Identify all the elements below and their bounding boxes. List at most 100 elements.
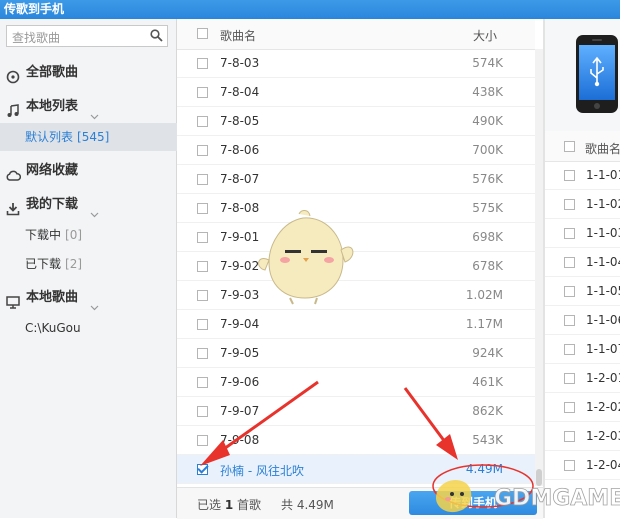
phone-list-item[interactable]: 1-2-01 [545,364,620,393]
sidebar-item-local-path[interactable]: C:\KuGou [0,314,177,342]
song-name: 7-8-03 [220,56,260,70]
table-row[interactable]: 7-9-07 862K [177,397,535,426]
phone-list-item[interactable]: 1-1-03 [545,219,620,248]
nav-cloud-favorites[interactable]: 网络收藏 [0,157,177,185]
table-row[interactable]: 7-8-03 574K [177,49,535,78]
phone-list-item[interactable]: 1-2-03 [545,422,620,451]
table-row[interactable]: 7-9-08 543K [177,426,535,455]
phone-row-checkbox[interactable] [564,228,575,239]
table-row[interactable]: 7-9-03 1.02M [177,281,535,310]
row-checkbox[interactable] [197,464,208,475]
nav-all-songs-label: 全部歌曲 [26,65,79,80]
nav-local-list-label: 本地列表 [26,99,79,114]
song-name: 7-9-05 [220,346,260,360]
table-row[interactable]: 7-9-01 698K [177,223,535,252]
phone-list-item[interactable]: 1-1-04 [545,248,620,277]
phone-song-name: 1-1-01 [586,168,620,182]
sidebar-item-downloaded[interactable]: 已下载 [2] [0,250,177,278]
sidebar-item-default-list[interactable]: 默认列表 [545] [0,123,177,151]
table-row[interactable]: 7-9-04 1.17M [177,310,535,339]
phone-list-item[interactable]: 1-1-07 [545,335,620,364]
search-input[interactable]: 查找歌曲 [6,25,168,47]
phone-column-header-name[interactable]: 歌曲名 [585,140,620,157]
column-header-size[interactable]: 大小 [473,27,497,44]
disc-icon [6,66,20,94]
sidebar-item-downloading[interactable]: 下载中 [0] [0,221,177,249]
phone-row-checkbox[interactable] [564,344,575,355]
song-size: 1.02M [465,288,503,302]
song-size: 438K [472,85,503,99]
phone-list-item[interactable]: 1-1-01 [545,161,620,190]
phone-header [545,19,620,131]
phone-row-checkbox[interactable] [564,286,575,297]
song-name: 7-8-04 [220,85,260,99]
search-icon[interactable] [150,29,163,45]
song-name: 7-9-08 [220,433,260,447]
song-name: 7-9-03 [220,288,260,302]
nav-local-list[interactable]: 本地列表 [0,93,177,121]
table-row[interactable]: 7-9-06 461K [177,368,535,397]
cloud-icon [6,164,22,192]
row-checkbox[interactable] [197,319,208,330]
song-name: 孙楠 - 风往北吹 [220,464,304,478]
table-row[interactable]: 7-8-07 576K [177,165,535,194]
window-title: 传歌到手机 [0,0,620,19]
phone-row-checkbox[interactable] [564,315,575,326]
row-checkbox[interactable] [197,261,208,272]
phone-song-name: 1-1-02 [586,197,620,211]
row-checkbox[interactable] [197,87,208,98]
row-checkbox[interactable] [197,406,208,417]
phone-list-item[interactable]: 1-1-06 [545,306,620,335]
row-checkbox[interactable] [197,377,208,388]
phone-song-name: 1-1-03 [586,226,620,240]
select-all-checkbox[interactable] [197,28,208,39]
nav-my-downloads[interactable]: 我的下载 [0,191,177,219]
row-checkbox[interactable] [197,116,208,127]
table-row[interactable]: 7-9-05 924K [177,339,535,368]
row-checkbox[interactable] [197,145,208,156]
table-row[interactable]: 7-8-06 700K [177,136,535,165]
song-size: 543K [472,433,503,447]
phone-row-checkbox[interactable] [564,257,575,268]
song-size: 698K [472,230,503,244]
nav-all-songs[interactable]: 全部歌曲 [0,59,177,87]
phone-device-icon [576,35,618,113]
song-name: 7-8-07 [220,172,260,186]
table-row[interactable]: 7-9-02 678K [177,252,535,281]
mascot-image [258,210,354,305]
row-checkbox[interactable] [197,174,208,185]
default-list-count: [545] [77,130,110,144]
downloaded-count: [2] [65,257,83,271]
row-checkbox[interactable] [197,435,208,446]
row-checkbox[interactable] [197,232,208,243]
column-header-name[interactable]: 歌曲名 [220,27,256,44]
row-checkbox[interactable] [197,203,208,214]
phone-row-checkbox[interactable] [564,199,575,210]
song-size: 1.17M [465,317,503,331]
phone-row-checkbox[interactable] [564,170,575,181]
song-name: 7-9-02 [220,259,260,273]
scrollbar[interactable] [535,49,543,486]
sidebar: 查找歌曲 全部歌曲 本地列表 默认列表 [545] 网络收藏 我的下载 下载中 … [0,19,177,518]
downloading-count: [0] [65,228,83,242]
phone-select-all-checkbox[interactable] [564,141,575,152]
table-row[interactable]: 7-8-04 438K [177,78,535,107]
table-row[interactable]: 7-8-08 575K [177,194,535,223]
phone-song-name: 1-2-03 [586,429,620,443]
phone-list-item[interactable]: 1-1-05 [545,277,620,306]
phone-list-item[interactable]: 1-1-02 [545,190,620,219]
nav-my-downloads-label: 我的下载 [26,197,79,212]
phone-row-checkbox[interactable] [564,373,575,384]
song-size: 576K [472,172,503,186]
table-row[interactable]: 7-8-05 490K [177,107,535,136]
phone-song-name: 1-2-02 [586,400,620,414]
nav-local-songs[interactable]: 本地歌曲 [0,284,177,312]
row-checkbox[interactable] [197,348,208,359]
phone-list-header: 歌曲名 [545,131,620,162]
row-checkbox[interactable] [197,58,208,69]
song-name: 7-9-04 [220,317,260,331]
phone-row-checkbox[interactable] [564,402,575,413]
phone-row-checkbox[interactable] [564,431,575,442]
row-checkbox[interactable] [197,290,208,301]
phone-list-item[interactable]: 1-2-02 [545,393,620,422]
